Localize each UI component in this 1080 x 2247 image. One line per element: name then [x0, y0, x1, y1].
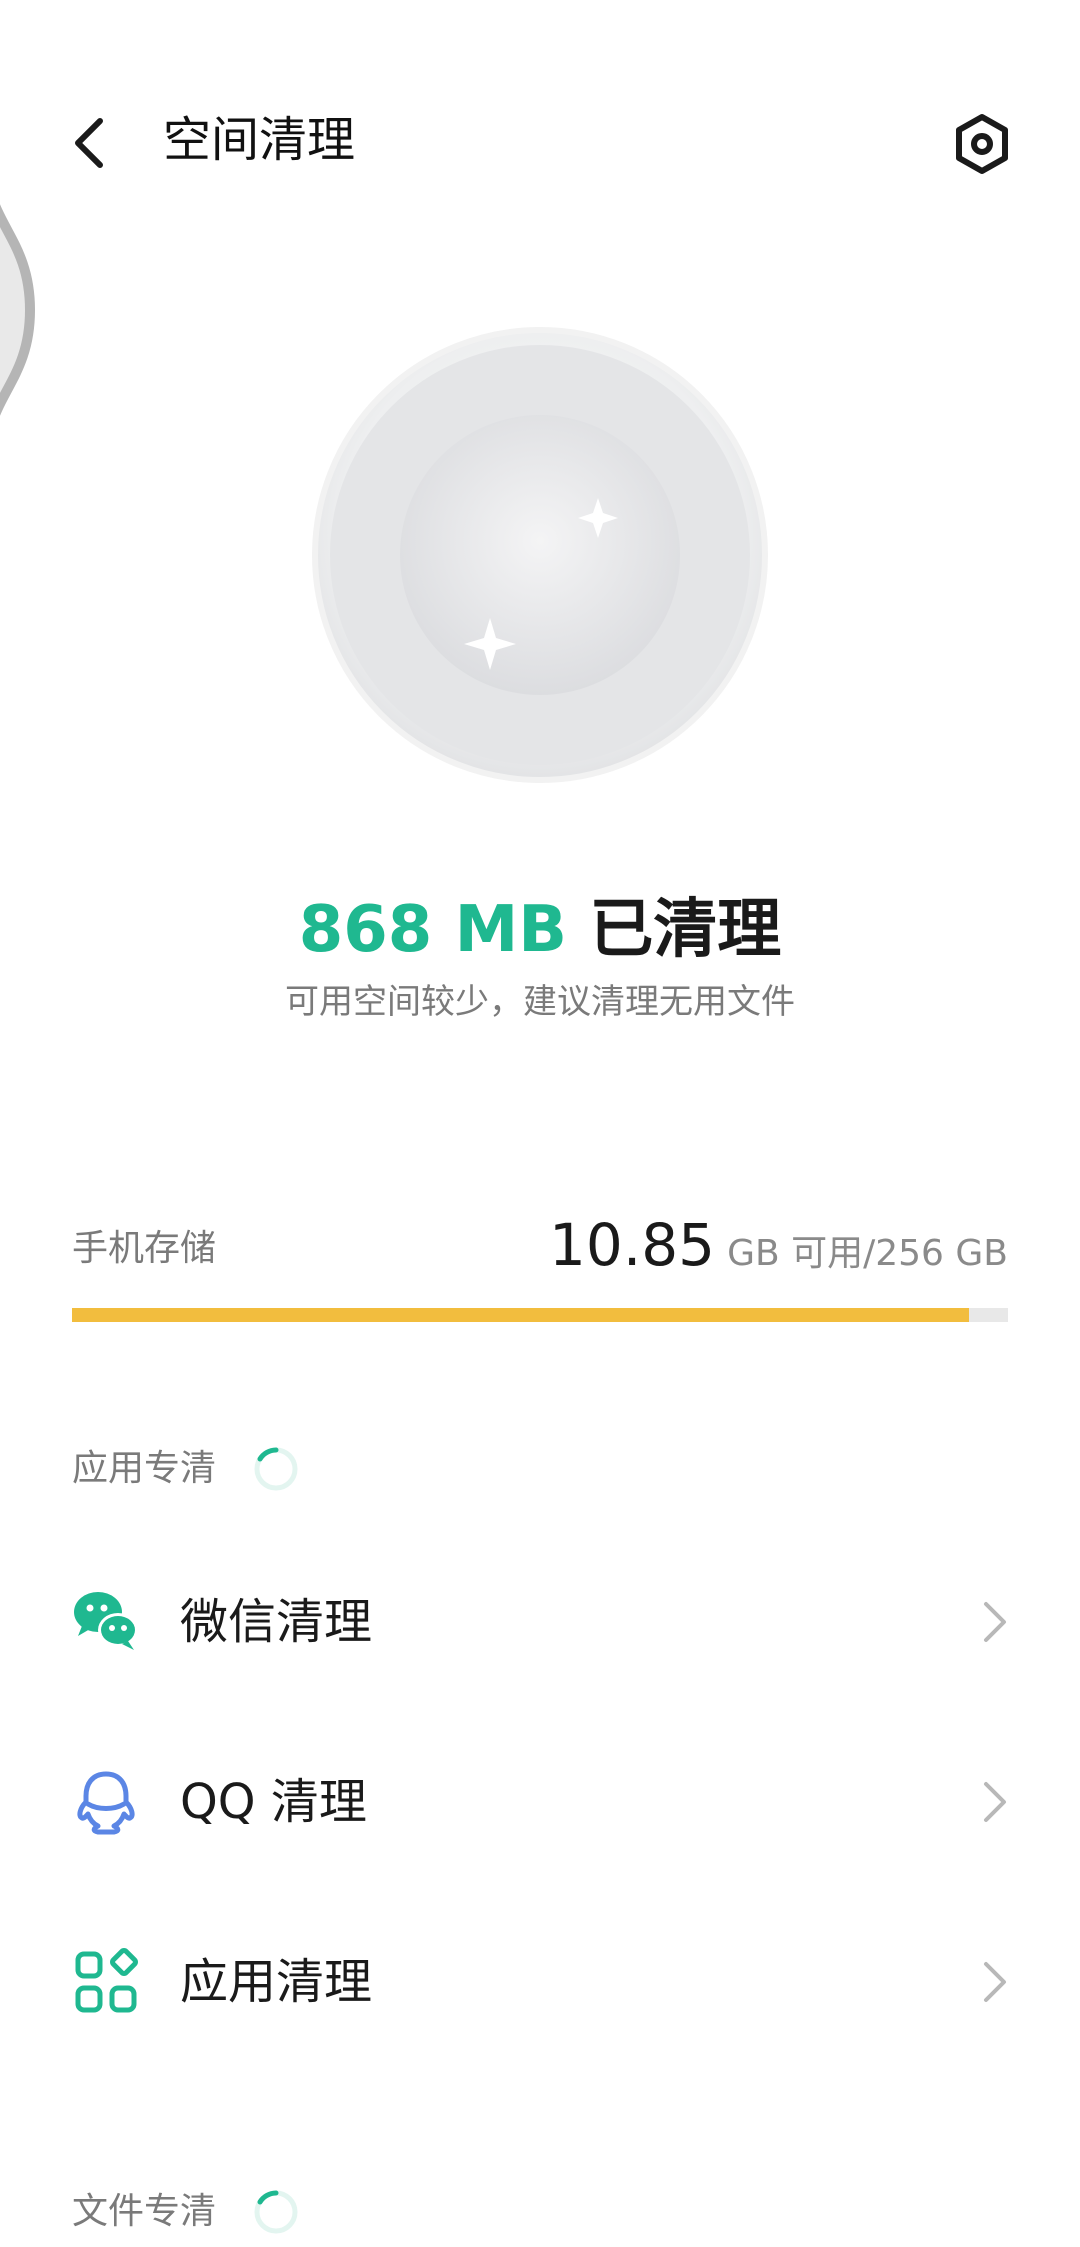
- cleaned-result: 868 MB 已清理: [0, 890, 1080, 970]
- item-label-wechat: 微信清理: [180, 1594, 373, 1650]
- section-header-files: 文件专清: [72, 2188, 300, 2236]
- wechat-icon: [74, 1592, 138, 1650]
- cleaned-label: 已清理: [589, 893, 782, 967]
- chevron-right-icon: [984, 1782, 1006, 1822]
- chevron-left-icon: [75, 118, 103, 168]
- qq-icon: [77, 1771, 135, 1835]
- settings-button[interactable]: [946, 108, 1018, 180]
- chevron-right-icon: [984, 1602, 1006, 1642]
- gear-icon: [956, 114, 1008, 174]
- storage-unit-text: GB 可用/256 GB: [727, 1233, 1008, 1274]
- storage-summary: 10.85 GB 可用/256 GB: [549, 1210, 1008, 1280]
- cleaned-amount: 868 MB: [298, 893, 568, 967]
- list-item-app-clean[interactable]: 应用清理: [0, 1890, 1080, 2070]
- list-item-wechat-clean[interactable]: 微信清理: [0, 1530, 1080, 1710]
- section-title-files: 文件专清: [72, 2191, 217, 2232]
- section-header-apps: 应用专清: [72, 1445, 300, 1493]
- storage-available-value: 10.85: [549, 1211, 716, 1279]
- storage-progress-bar: [72, 1308, 1008, 1322]
- list-item-qq-clean[interactable]: QQ 清理: [0, 1710, 1080, 1890]
- item-label-qq: QQ 清理: [180, 1774, 367, 1830]
- cleanup-suggestion: 可用空间较少，建议清理无用文件: [285, 982, 795, 1022]
- page-title: 空间清理: [163, 112, 356, 168]
- side-edge-handle: [0, 204, 36, 416]
- loading-spinner-icon: [254, 2190, 298, 2234]
- back-button[interactable]: [60, 105, 120, 181]
- loading-spinner-icon: [254, 1447, 298, 1491]
- section-title-apps: 应用专清: [72, 1448, 217, 1489]
- item-label-apps: 应用清理: [180, 1954, 373, 2010]
- storage-progress-fill: [72, 1308, 969, 1322]
- storage-label: 手机存储: [72, 1228, 217, 1269]
- apps-grid-icon: [75, 1948, 138, 2013]
- cleanup-bowl-illustration: [305, 327, 780, 800]
- chevron-right-icon: [984, 1962, 1006, 2002]
